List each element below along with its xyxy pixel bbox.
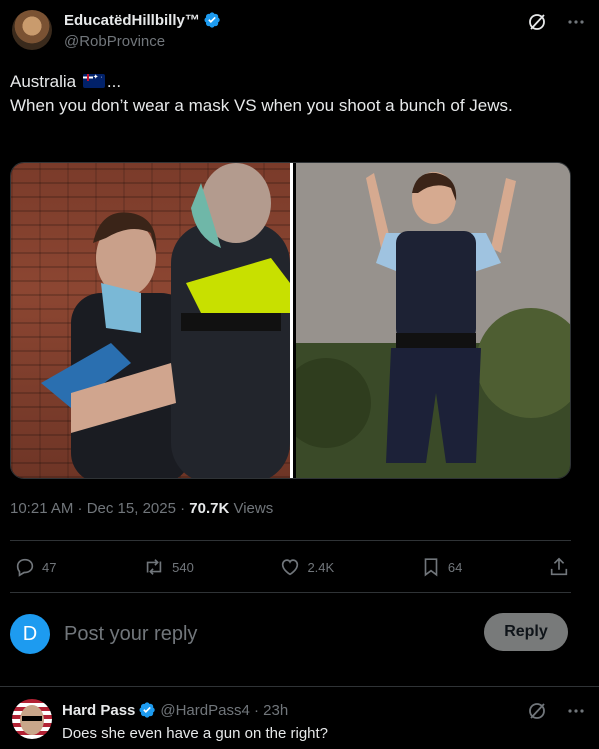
- divider-top: [10, 540, 571, 541]
- reply-button[interactable]: Reply: [484, 613, 568, 651]
- post-text-prefix: Australia: [10, 72, 77, 91]
- arrest-scene-illustration: [41, 163, 290, 478]
- repost-action[interactable]: 540: [142, 556, 194, 578]
- media-image-left[interactable]: [11, 163, 290, 478]
- share-action[interactable]: [548, 556, 570, 578]
- author-names: EducatëdHillbilly™ @RobProvince: [64, 11, 221, 50]
- views-count: 70.7K: [189, 500, 230, 517]
- heart-icon: [282, 559, 299, 576]
- reply-header: Hard Pass @HardPass4 · 23h: [62, 701, 288, 719]
- reply-icon: [16, 558, 34, 577]
- reply-item[interactable]: Hard Pass @HardPass4 · 23h Does she even…: [0, 686, 599, 749]
- post-text-line2: When you don’t wear a mask VS when you s…: [10, 96, 513, 115]
- author-avatar[interactable]: [12, 10, 52, 50]
- post-top-actions: [527, 12, 585, 32]
- reply-composer: D Reply: [10, 612, 571, 656]
- divider-bottom: [10, 592, 571, 593]
- verified-badge-icon: [204, 12, 220, 28]
- post-text-ellipsis: ...: [106, 72, 122, 91]
- reply-count: 47: [42, 559, 57, 575]
- author-display-name[interactable]: EducatëdHillbilly™: [64, 11, 221, 29]
- share-icon: [550, 557, 568, 576]
- post-media[interactable]: [10, 162, 571, 479]
- officer-scene-illustration: [296, 163, 570, 478]
- media-divider: [290, 163, 293, 478]
- repost-icon: [146, 559, 162, 575]
- bookmark-count: 64: [447, 559, 463, 575]
- post-author[interactable]: EducatëdHillbilly™ @RobProvince: [12, 10, 221, 50]
- like-count: 2.4K: [307, 559, 335, 575]
- grok-icon[interactable]: [527, 701, 547, 721]
- reply-input[interactable]: [64, 622, 444, 646]
- reply-top-actions: [527, 701, 585, 721]
- reply-action[interactable]: 47: [14, 556, 56, 578]
- post-actions-bar: 47 540 2.4K 64: [14, 556, 570, 578]
- bookmark-icon: [424, 558, 438, 577]
- reply-text: Does she even have a gun on the right?: [62, 725, 329, 742]
- verified-badge-icon: [139, 702, 156, 718]
- post-text: Australia ... When you don’t wear a mask…: [10, 70, 570, 118]
- australia-flag-icon: [82, 74, 105, 88]
- reply-avatar[interactable]: [12, 699, 52, 739]
- media-image-right[interactable]: [296, 163, 570, 478]
- more-options-icon[interactable]: [567, 702, 585, 720]
- author-handle[interactable]: @RobProvince: [64, 33, 221, 50]
- reply-author-name[interactable]: Hard Pass: [62, 702, 135, 719]
- author-name-text[interactable]: EducatëdHillbilly™: [64, 12, 200, 29]
- views-label: Views: [229, 500, 274, 517]
- grok-icon[interactable]: [527, 12, 547, 32]
- reply-author-handle[interactable]: @HardPass4 · 23h: [160, 702, 288, 719]
- user-avatar[interactable]: D: [10, 614, 50, 654]
- repost-count: 540: [172, 559, 194, 575]
- more-options-icon[interactable]: [567, 13, 585, 31]
- bookmark-action[interactable]: 64: [420, 556, 462, 578]
- post-meta: 10:21 AM · Dec 15, 2025 · 70.7K Views: [10, 500, 273, 517]
- like-action[interactable]: 2.4K: [279, 556, 334, 578]
- post-timestamp[interactable]: 10:21 AM · Dec 15, 2025 ·: [10, 500, 189, 517]
- post-text-line1: Australia ...: [10, 70, 570, 94]
